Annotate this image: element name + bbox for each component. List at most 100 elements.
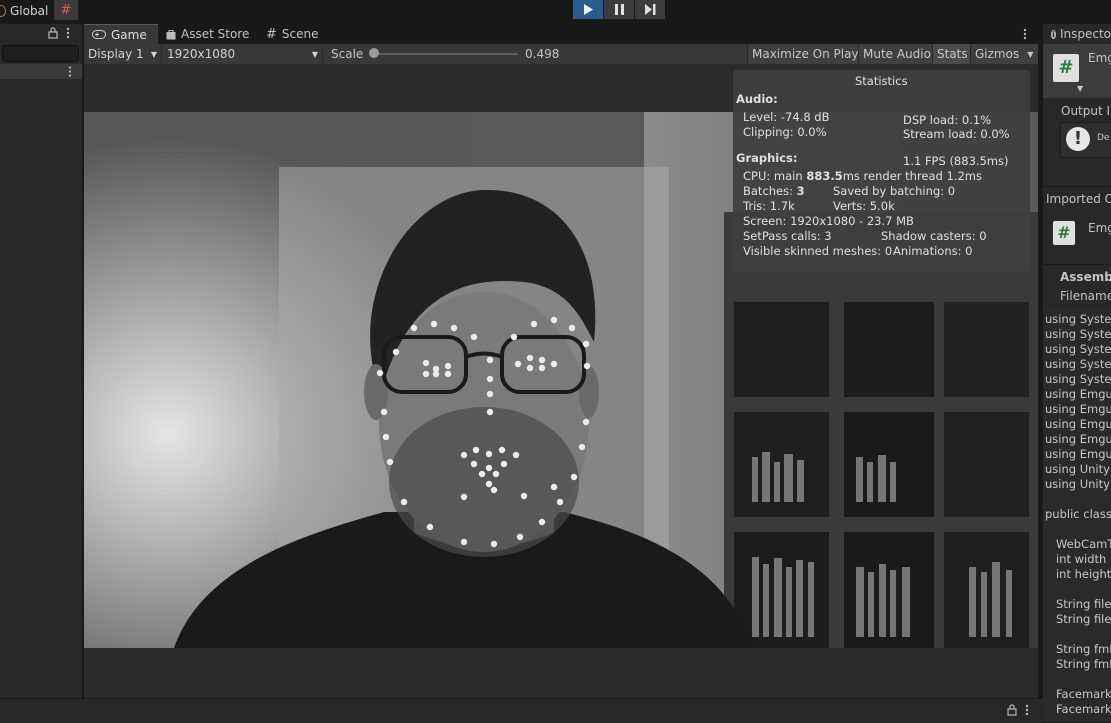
scale-value: 0.498 [525, 47, 560, 61]
collab-button[interactable]: # [54, 0, 78, 20]
mute-audio-button[interactable]: Mute Audio [858, 44, 935, 64]
filename-label: Filename [1060, 289, 1111, 303]
scale-label: Scale [331, 47, 364, 61]
warning-text: De [1097, 133, 1110, 143]
gizmos-button[interactable]: Gizmos ▼ [970, 44, 1038, 64]
code-line: using Syste [1045, 312, 1111, 326]
landmark-point [582, 418, 590, 426]
graphics-header: Graphics: [736, 151, 798, 165]
landmark-point [500, 460, 508, 468]
play-controls [573, 0, 665, 19]
landmark-point [526, 354, 534, 362]
resolution-dropdown[interactable]: 1920x1080 ▼ [163, 45, 323, 63]
warning-icon: ! [1066, 127, 1090, 151]
code-line: String file [1045, 597, 1111, 611]
batches-line: Batches: 3 [743, 184, 805, 198]
kebab-menu-icon[interactable] [66, 27, 70, 39]
lock-icon[interactable] [48, 27, 58, 39]
play-button[interactable] [573, 0, 603, 19]
code-line: Facemark [1045, 687, 1111, 701]
tab-game-label: Game [111, 27, 147, 42]
landmark-point [478, 470, 486, 478]
tab-scene[interactable]: # Scene [258, 24, 327, 44]
scale-slider-handle[interactable] [369, 48, 379, 58]
kebab-menu-icon[interactable] [1023, 28, 1027, 40]
landmark-point [400, 498, 408, 506]
landmark-point [470, 460, 478, 468]
cpu-line: CPU: main 883.5ms render thread 1.2ms [743, 169, 982, 183]
dropdown-arrow-icon: ▼ [1027, 49, 1034, 59]
landmark-point [422, 359, 430, 367]
landmark-point [460, 493, 468, 501]
dsp-load: DSP load: 0.1% [903, 113, 992, 127]
landmark-point [444, 362, 452, 370]
code-line: public class [1045, 507, 1111, 521]
maximize-on-play-button[interactable]: Maximize On Play [747, 44, 863, 64]
code-line: String fmF [1045, 642, 1111, 656]
statistics-panel: Statistics Audio: Level: -74.8 dB DSP lo… [733, 70, 1030, 272]
imported-name: Emg [1088, 221, 1111, 235]
batches-value: 3 [796, 184, 805, 198]
landmark-point [470, 333, 478, 341]
code-line: using Syste [1045, 342, 1111, 356]
landmark-point [520, 492, 528, 500]
game-toolbar: Display 1 ▼ 1920x1080 ▼ Scale 0.498 Maxi… [84, 44, 1038, 64]
kebab-menu-icon[interactable] [1025, 704, 1029, 716]
tab-asset-store[interactable]: Asset Store [158, 24, 257, 44]
info-icon: i [1051, 29, 1056, 39]
code-line: String fmF [1045, 657, 1111, 671]
scale-slider-track[interactable] [373, 53, 518, 55]
code-line: using Emgu. [1045, 447, 1111, 461]
landmark-point [550, 316, 558, 324]
stats-label: Stats [937, 47, 968, 61]
code-line: int width = [1055, 552, 1111, 566]
inspector-header: # ▼ Emg [1043, 44, 1111, 98]
saved-by-batching: Saved by batching: 0 [833, 184, 956, 198]
inspector-panel: i Inspecto # ▼ Emg Output In ! De Import… [1043, 24, 1111, 722]
landmark-point [382, 433, 390, 441]
global-pivot-button[interactable]: Global [0, 1, 52, 21]
tris: Tris: 1.7k [743, 199, 795, 213]
landmark-point [386, 458, 394, 466]
landmark-point [460, 451, 468, 459]
tab-game[interactable]: Game [84, 24, 158, 44]
tab-inspector[interactable]: i Inspecto [1043, 24, 1111, 44]
stats-button[interactable]: Stats [932, 44, 972, 64]
hierarchy-search-input[interactable] [2, 45, 79, 62]
landmark-point [410, 324, 418, 332]
landmark-point [432, 370, 440, 378]
display-value: Display 1 [88, 47, 144, 61]
code-line: using Syste [1045, 372, 1111, 386]
cpu-main-value: 883.5 [806, 169, 843, 183]
collab-icon: # [60, 2, 72, 18]
assembly-label: Assemb [1060, 270, 1111, 284]
step-button[interactable] [635, 0, 665, 19]
verts: Verts: 5.0k [833, 199, 895, 213]
tab-scene-label: Scene [281, 27, 319, 41]
code-line: Facemark [1045, 702, 1111, 716]
landmark-point [430, 320, 438, 328]
landmark-point [498, 446, 506, 454]
cpu-suffix: ms render thread 1.2ms [842, 169, 982, 183]
landmark-point [460, 538, 468, 546]
clipping: Clipping: 0.0% [743, 125, 827, 139]
hierarchy-scene-row[interactable] [0, 64, 82, 79]
landmark-point [486, 408, 494, 416]
output-label: Output In [1061, 104, 1111, 118]
landmark-point [582, 340, 590, 348]
mute-label: Mute Audio [863, 47, 931, 61]
landmark-point [530, 320, 538, 328]
code-line: using Emgu. [1045, 402, 1111, 416]
divider [1043, 264, 1111, 265]
lock-icon[interactable] [1007, 704, 1017, 716]
pause-icon [614, 4, 624, 15]
bottom-panel-header [0, 698, 1043, 723]
landmark-point [568, 324, 576, 332]
code-line: using Emgu. [1045, 417, 1111, 431]
landmark-point [550, 360, 558, 368]
display-dropdown[interactable]: Display 1 ▼ [84, 45, 162, 63]
asset-name: Emg [1088, 51, 1111, 65]
dropdown-arrow-icon: ▼ [311, 49, 318, 59]
kebab-menu-icon[interactable] [68, 66, 72, 77]
pause-button[interactable] [604, 0, 634, 19]
